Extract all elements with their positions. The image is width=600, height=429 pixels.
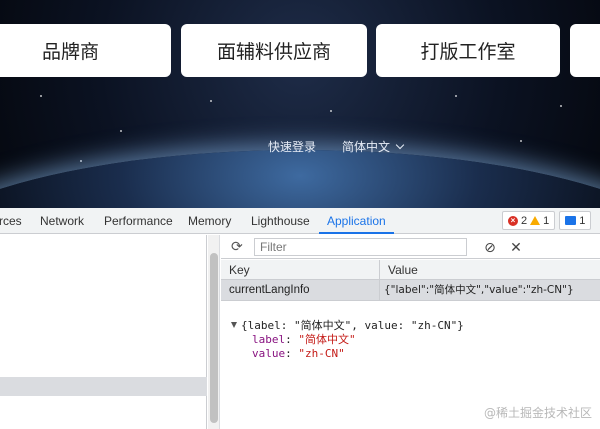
filter-input[interactable]	[254, 238, 467, 256]
category-card-partial[interactable]	[570, 24, 600, 77]
warning-count: 1	[543, 214, 550, 227]
category-card-pattern-studio[interactable]: 打版工作室	[376, 24, 560, 77]
card-label: 面辅料供应商	[216, 41, 331, 63]
column-value[interactable]: Value	[380, 260, 600, 280]
table-row[interactable]: currentLangInfo {"label":"简体中文","value":…	[221, 280, 600, 300]
tab-network[interactable]: Network	[40, 208, 84, 234]
watermark: @稀土掘金技术社区	[484, 404, 592, 421]
clear-all-icon[interactable]: ⊘	[481, 238, 499, 256]
preview-prop: label: "简体中文"	[252, 333, 356, 346]
card-label: 打版工作室	[420, 41, 516, 63]
scroll-thumb[interactable]	[210, 253, 218, 423]
sidebar-selected-item[interactable]	[0, 377, 207, 396]
refresh-icon[interactable]: ⟳	[231, 239, 245, 253]
watermark-text: @稀土掘金技术社区	[483, 406, 592, 420]
expand-arrow-icon[interactable]	[231, 322, 237, 328]
prop-value: "简体中文"	[298, 333, 356, 346]
prop-name: label	[252, 333, 286, 346]
storage-toolbar: ⟳ ⊘ ✕	[221, 235, 600, 259]
value-preview: {label: "简体中文", value: "zh-CN"} label: "…	[231, 319, 464, 361]
storage-view: ⟳ ⊘ ✕ Key Value currentLangInfo {"label"…	[221, 235, 600, 429]
prop-value: "zh-CN"	[298, 347, 345, 360]
warning-icon	[530, 216, 541, 225]
category-card-brand[interactable]: 品牌商	[0, 24, 171, 77]
earth-horizon-image	[0, 150, 600, 208]
preview-summary: {label: "简体中文", value: "zh-CN"}	[241, 319, 464, 332]
sidebar-scrollbar[interactable]	[208, 235, 220, 429]
tab-memory[interactable]: Memory	[188, 208, 231, 234]
errors-warnings-badge[interactable]: × 2 1	[502, 211, 556, 230]
delete-selected-icon[interactable]: ✕	[507, 238, 525, 256]
message-icon	[565, 216, 577, 225]
website-hero: 品牌商 面辅料供应商 打版工作室 快速登录 简体中文	[0, 0, 600, 208]
chevron-down-icon	[395, 140, 405, 150]
language-label: 简体中文	[342, 140, 391, 154]
hero-links: 快速登录 简体中文	[268, 138, 405, 155]
error-icon: ×	[508, 215, 518, 226]
messages-badge[interactable]: 1	[559, 211, 592, 230]
tab-sources[interactable]: rces	[0, 208, 22, 234]
category-card-fabric-supplier[interactable]: 面辅料供应商	[181, 24, 367, 77]
column-key[interactable]: Key	[221, 260, 380, 280]
row-value: {"label":"简体中文","value":"zh-CN"}	[384, 284, 574, 296]
error-count: 2	[521, 214, 528, 227]
preview-prop: value: "zh-CN"	[252, 347, 345, 360]
tab-application[interactable]: Application	[319, 208, 394, 234]
language-switcher[interactable]: 简体中文	[342, 138, 405, 155]
devtools-tabbar: rces Network Performance Memory Lighthou…	[0, 208, 600, 234]
table-divider	[221, 300, 600, 301]
table-header: Key Value	[221, 260, 600, 280]
row-key: currentLangInfo	[221, 280, 380, 300]
preview-summary-line[interactable]: {label: "简体中文", value: "zh-CN"}	[231, 319, 464, 333]
issue-badges: × 2 1 1	[502, 211, 592, 230]
quick-login-link[interactable]: 快速登录	[268, 138, 316, 155]
tab-lighthouse[interactable]: Lighthouse	[251, 208, 310, 234]
application-sidebar	[0, 235, 207, 429]
prop-name: value	[252, 347, 286, 360]
card-label: 品牌商	[41, 41, 99, 63]
tab-performance[interactable]: Performance	[104, 208, 173, 234]
devtools-panel: rces Network Performance Memory Lighthou…	[0, 208, 600, 429]
message-count: 1	[579, 214, 586, 227]
